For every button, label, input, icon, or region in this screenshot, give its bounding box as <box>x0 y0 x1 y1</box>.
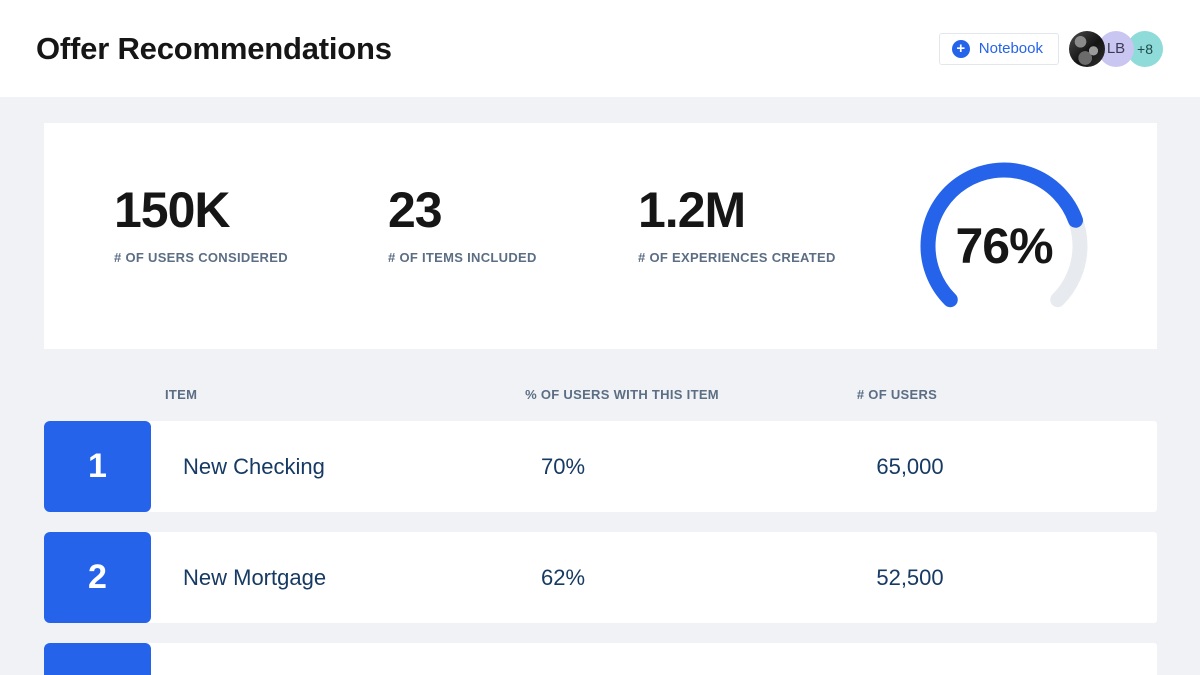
percent-value: 70% <box>413 421 713 512</box>
percent-value <box>413 643 713 675</box>
rank-badge: 2 <box>44 532 151 623</box>
avatar-stack: LB +8 <box>1069 31 1163 67</box>
avatar-photo[interactable] <box>1069 31 1105 67</box>
users-value: 52,500 <box>760 532 1060 623</box>
stat-label: # OF USERS CONSIDERED <box>114 250 288 265</box>
stat-items-included: 23 # OF ITEMS INCLUDED <box>388 184 537 265</box>
main-content: 150K # OF USERS CONSIDERED 23 # OF ITEMS… <box>44 123 1157 675</box>
item-name: New Mortgage <box>183 532 326 623</box>
stat-value: 150K <box>114 184 288 236</box>
topbar-actions: + Notebook LB +8 <box>939 31 1163 67</box>
notebook-button-label: Notebook <box>979 40 1043 57</box>
rank-badge: 1 <box>44 421 151 512</box>
item-name: New Checking <box>183 421 325 512</box>
page-title: Offer Recommendations <box>36 31 392 67</box>
plus-circle-icon: + <box>952 40 970 58</box>
rank-badge: 3 <box>44 643 151 675</box>
percent-value: 62% <box>413 532 713 623</box>
stat-value: 1.2M <box>638 184 836 236</box>
gauge-value: 76% <box>918 216 1090 276</box>
users-value <box>760 643 1060 675</box>
summary-stats-card: 150K # OF USERS CONSIDERED 23 # OF ITEMS… <box>44 123 1157 349</box>
column-header-item: ITEM <box>165 387 197 402</box>
stat-experiences-created: 1.2M # OF EXPERIENCES CREATED <box>638 184 836 265</box>
stat-value: 23 <box>388 184 537 236</box>
notebook-button[interactable]: + Notebook <box>939 33 1059 65</box>
users-value: 65,000 <box>760 421 1060 512</box>
table-row[interactable]: 1 New Checking 70% 65,000 <box>44 421 1157 512</box>
stat-users-considered: 150K # OF USERS CONSIDERED <box>114 184 288 265</box>
column-header-percent: % OF USERS WITH THIS ITEM <box>472 387 772 402</box>
stat-label: # OF EXPERIENCES CREATED <box>638 250 836 265</box>
table-row[interactable]: 2 New Mortgage 62% 52,500 <box>44 532 1157 623</box>
top-bar: Offer Recommendations + Notebook LB +8 <box>0 0 1200 97</box>
table-row[interactable]: 3 <box>44 643 1157 675</box>
column-header-users: # OF USERS <box>747 387 1047 402</box>
table-header: ITEM % OF USERS WITH THIS ITEM # OF USER… <box>44 387 1157 401</box>
percent-gauge: 76% <box>918 158 1090 310</box>
stat-label: # OF ITEMS INCLUDED <box>388 250 537 265</box>
recommendation-rows: 1 New Checking 70% 65,000 2 New Mortgage… <box>44 421 1157 675</box>
